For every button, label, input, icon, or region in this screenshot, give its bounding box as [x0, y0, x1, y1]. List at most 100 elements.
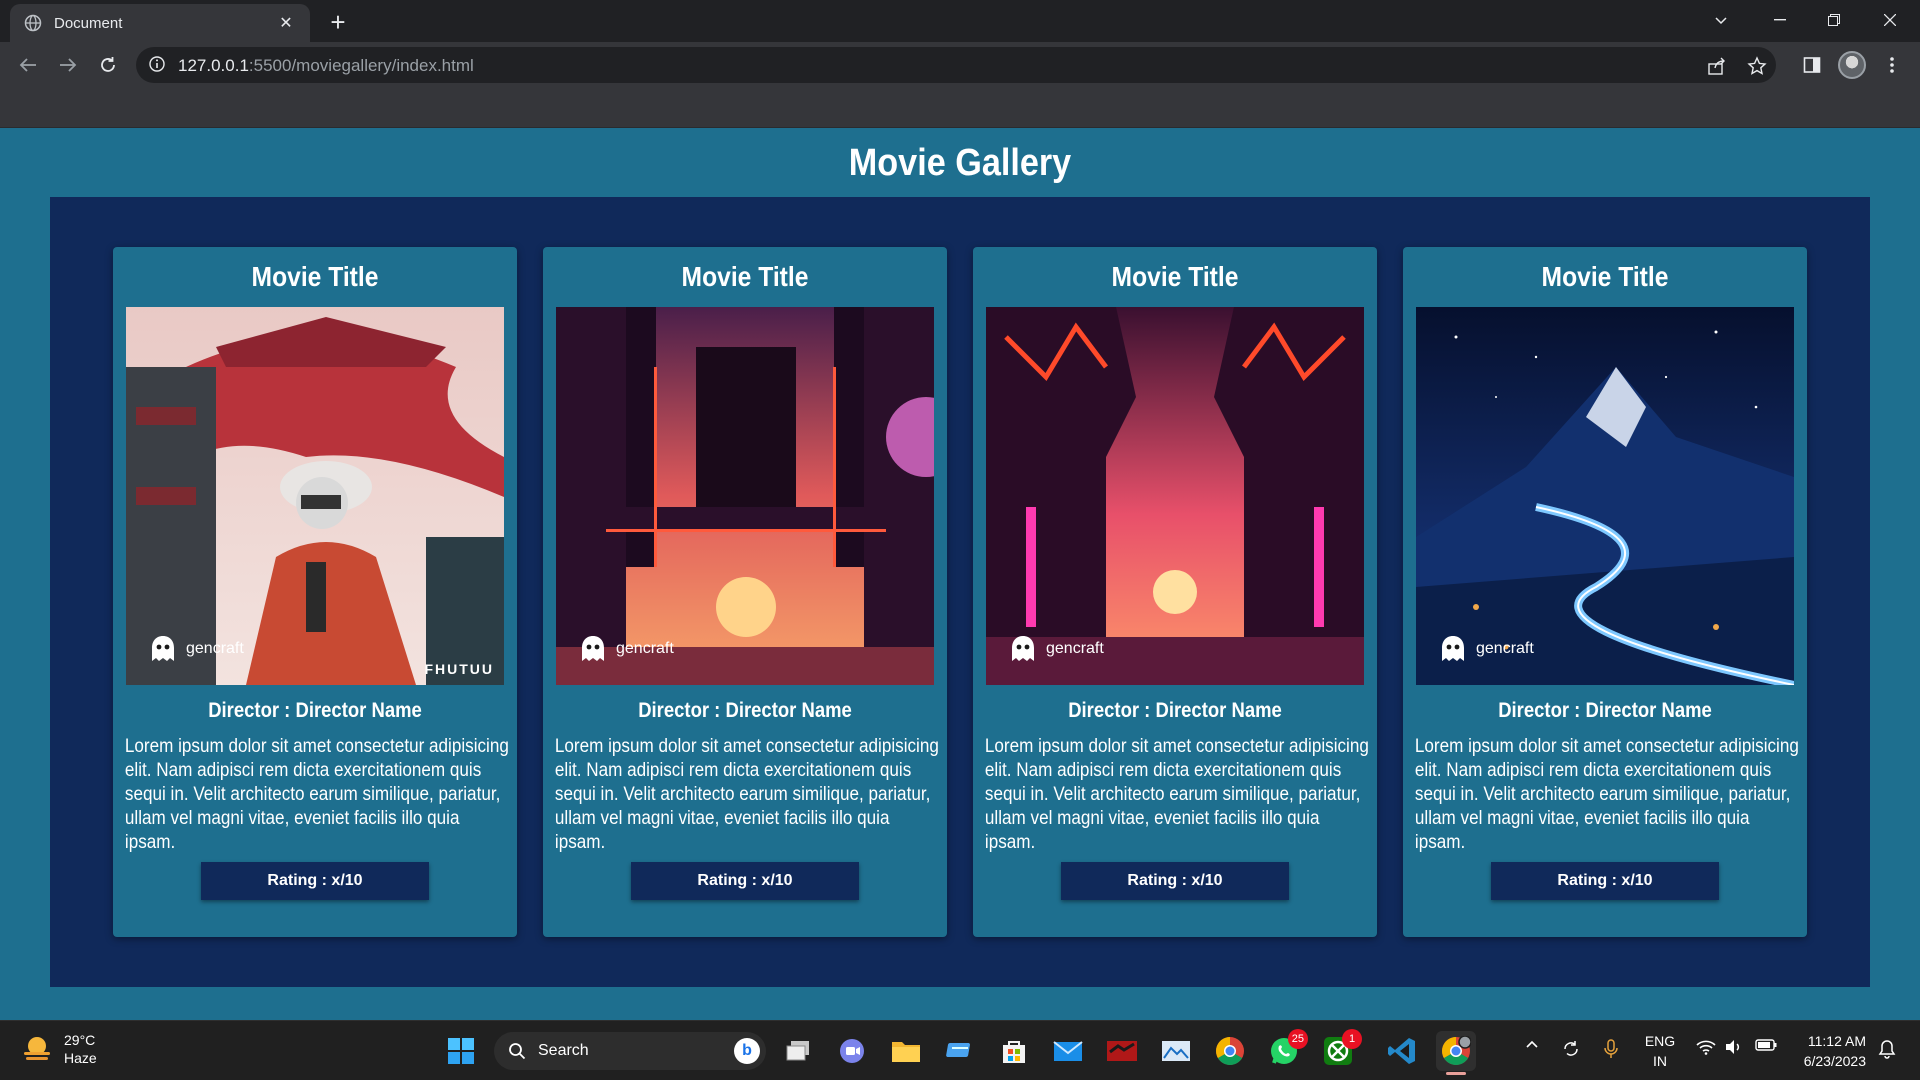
tab-title: Document: [54, 14, 123, 32]
movie-description: Lorem ipsum dolor sit amet consectetur a…: [984, 736, 1369, 853]
xbox-badge: 1: [1342, 1029, 1362, 1049]
tab-search-chevron-icon[interactable]: [1706, 0, 1736, 40]
poster-brand: FHUTUU: [424, 661, 494, 677]
poster-watermark: gencraft: [1440, 635, 1534, 663]
rating-button[interactable]: Rating : x/10: [201, 862, 429, 900]
search-icon: [509, 1043, 526, 1060]
vscode-icon[interactable]: [1382, 1031, 1422, 1071]
mail-icon[interactable]: [1048, 1031, 1088, 1071]
address-bar[interactable]: 127.0.0.1:5500/moviegallery/index.html: [136, 47, 1776, 83]
wifi-icon[interactable]: [1694, 1039, 1718, 1055]
windows-taskbar: 29°C Haze Search b 25 1 ENG IN 11:12 AM …: [0, 1020, 1920, 1080]
movie-director: Director : Director Name: [1498, 699, 1712, 722]
forward-button[interactable]: [52, 49, 84, 81]
movie-title: Movie Title: [251, 261, 379, 292]
gencraft-logo-icon: [1442, 636, 1464, 661]
poster-watermark: gencraft: [580, 635, 674, 663]
globe-icon: [24, 14, 42, 32]
close-tab-icon[interactable]: ✕: [276, 13, 296, 33]
side-panel-icon[interactable]: [1796, 49, 1828, 81]
gencraft-logo-icon: [582, 636, 604, 661]
page-title: Movie Gallery: [848, 142, 1072, 184]
watermark-text: gencraft: [1476, 640, 1534, 657]
weather-widget[interactable]: 29°C Haze: [20, 1031, 97, 1067]
volume-icon[interactable]: [1722, 1039, 1746, 1055]
watermark-text: gencraft: [616, 640, 674, 657]
battery-icon[interactable]: [1752, 1039, 1780, 1051]
chrome-profile-icon[interactable]: [1436, 1031, 1476, 1075]
language-region: IN: [1653, 1053, 1667, 1069]
bing-icon[interactable]: b: [734, 1038, 760, 1064]
menu-kebab-icon[interactable]: [1876, 49, 1908, 81]
task-view-icon[interactable]: [778, 1031, 818, 1071]
movie-poster: gencraft FHUTUU: [126, 307, 504, 685]
poster-watermark: gencraft: [150, 635, 244, 663]
movie-director: Director : Director Name: [638, 699, 852, 722]
show-hidden-icons-chevron[interactable]: [1522, 1039, 1542, 1049]
restore-button[interactable]: [1814, 0, 1854, 40]
start-button[interactable]: [441, 1031, 481, 1071]
site-info-icon[interactable]: [148, 55, 168, 75]
microsoft-store-icon[interactable]: [994, 1031, 1034, 1071]
movie-title: Movie Title: [1111, 261, 1239, 292]
remote-desktop-icon[interactable]: [940, 1031, 980, 1071]
whatsapp-badge: 25: [1287, 1029, 1308, 1049]
url-host: 127.0.0.1: [178, 56, 249, 75]
taskbar-search[interactable]: Search b: [494, 1032, 766, 1070]
language-code: ENG: [1644, 1033, 1676, 1049]
movie-poster: gencraft: [1416, 307, 1794, 685]
movie-gallery: Movie Title gencraft FHUTUU Director: D…: [50, 197, 1870, 987]
rating-button[interactable]: Rating : x/10: [1491, 862, 1719, 900]
movie-card: Movie Title: [113, 247, 517, 937]
back-button[interactable]: [12, 49, 44, 81]
sync-icon[interactable]: [1558, 1039, 1584, 1059]
movie-poster: gencraft: [986, 307, 1364, 685]
movie-card: Movie Title gencraft Director: Director…: [1403, 247, 1807, 937]
search-label: Search: [538, 1042, 589, 1059]
app-red-icon[interactable]: [1102, 1031, 1142, 1071]
notification-bell-icon[interactable]: [1874, 1039, 1900, 1059]
gencraft-logo-icon: [1012, 636, 1034, 661]
close-window-button[interactable]: [1870, 0, 1910, 40]
movie-poster: gencraft: [556, 307, 934, 685]
movie-card: Movie Title: [543, 247, 947, 937]
photos-app-icon[interactable]: [1156, 1031, 1196, 1071]
movie-title: Movie Title: [681, 261, 809, 292]
browser-tab[interactable]: Document ✕: [10, 4, 310, 42]
reload-button[interactable]: [92, 49, 124, 81]
movie-title: Movie Title: [1541, 261, 1669, 292]
weather-temp: 29°C: [64, 1032, 96, 1048]
movie-director: Director : Director Name: [1068, 699, 1282, 722]
movie-description: Lorem ipsum dolor sit amet consectetur a…: [1414, 736, 1799, 853]
watermark-text: gencraft: [186, 640, 244, 657]
chrome-icon[interactable]: [1210, 1031, 1250, 1071]
whatsapp-icon[interactable]: 25: [1264, 1029, 1308, 1071]
movie-director: Director : Director Name: [208, 699, 422, 722]
xbox-icon[interactable]: 1: [1318, 1029, 1362, 1071]
share-icon[interactable]: [1706, 55, 1728, 77]
rating-button[interactable]: Rating : x/10: [631, 862, 859, 900]
rating-button[interactable]: Rating : x/10: [1061, 862, 1289, 900]
weather-desc: Haze: [64, 1050, 97, 1066]
clock-date: 6/23/2023: [1803, 1053, 1866, 1069]
system-clock[interactable]: 11:12 AM 6/23/2023: [1790, 1031, 1866, 1071]
haze-sun-icon: [24, 1037, 50, 1060]
url-text: 127.0.0.1:5500/moviegallery/index.html: [178, 56, 474, 76]
file-explorer-icon[interactable]: [886, 1031, 926, 1071]
tab-strip: Document ✕ +: [0, 0, 1920, 42]
page-viewport: Movie Gallery Movie Title gencraft FHUTU…: [0, 128, 1920, 1020]
minimize-button[interactable]: [1760, 0, 1800, 40]
browser-toolbar: 127.0.0.1:5500/moviegallery/index.html: [0, 42, 1920, 88]
movie-description: Lorem ipsum dolor sit amet consectetur a…: [124, 736, 509, 853]
movie-description: Lorem ipsum dolor sit amet consectetur a…: [554, 736, 939, 853]
poster-watermark: gencraft: [1010, 635, 1104, 663]
microphone-icon[interactable]: [1600, 1039, 1622, 1059]
profile-avatar[interactable]: [1836, 49, 1868, 81]
bookmark-star-icon[interactable]: [1746, 55, 1768, 77]
language-indicator[interactable]: ENG IN: [1640, 1031, 1680, 1071]
windows-logo-icon: [448, 1038, 474, 1064]
teams-chat-icon[interactable]: [832, 1031, 872, 1071]
bookmark-bar: [0, 88, 1920, 128]
watermark-text: gencraft: [1046, 640, 1104, 657]
new-tab-button[interactable]: +: [324, 7, 352, 37]
